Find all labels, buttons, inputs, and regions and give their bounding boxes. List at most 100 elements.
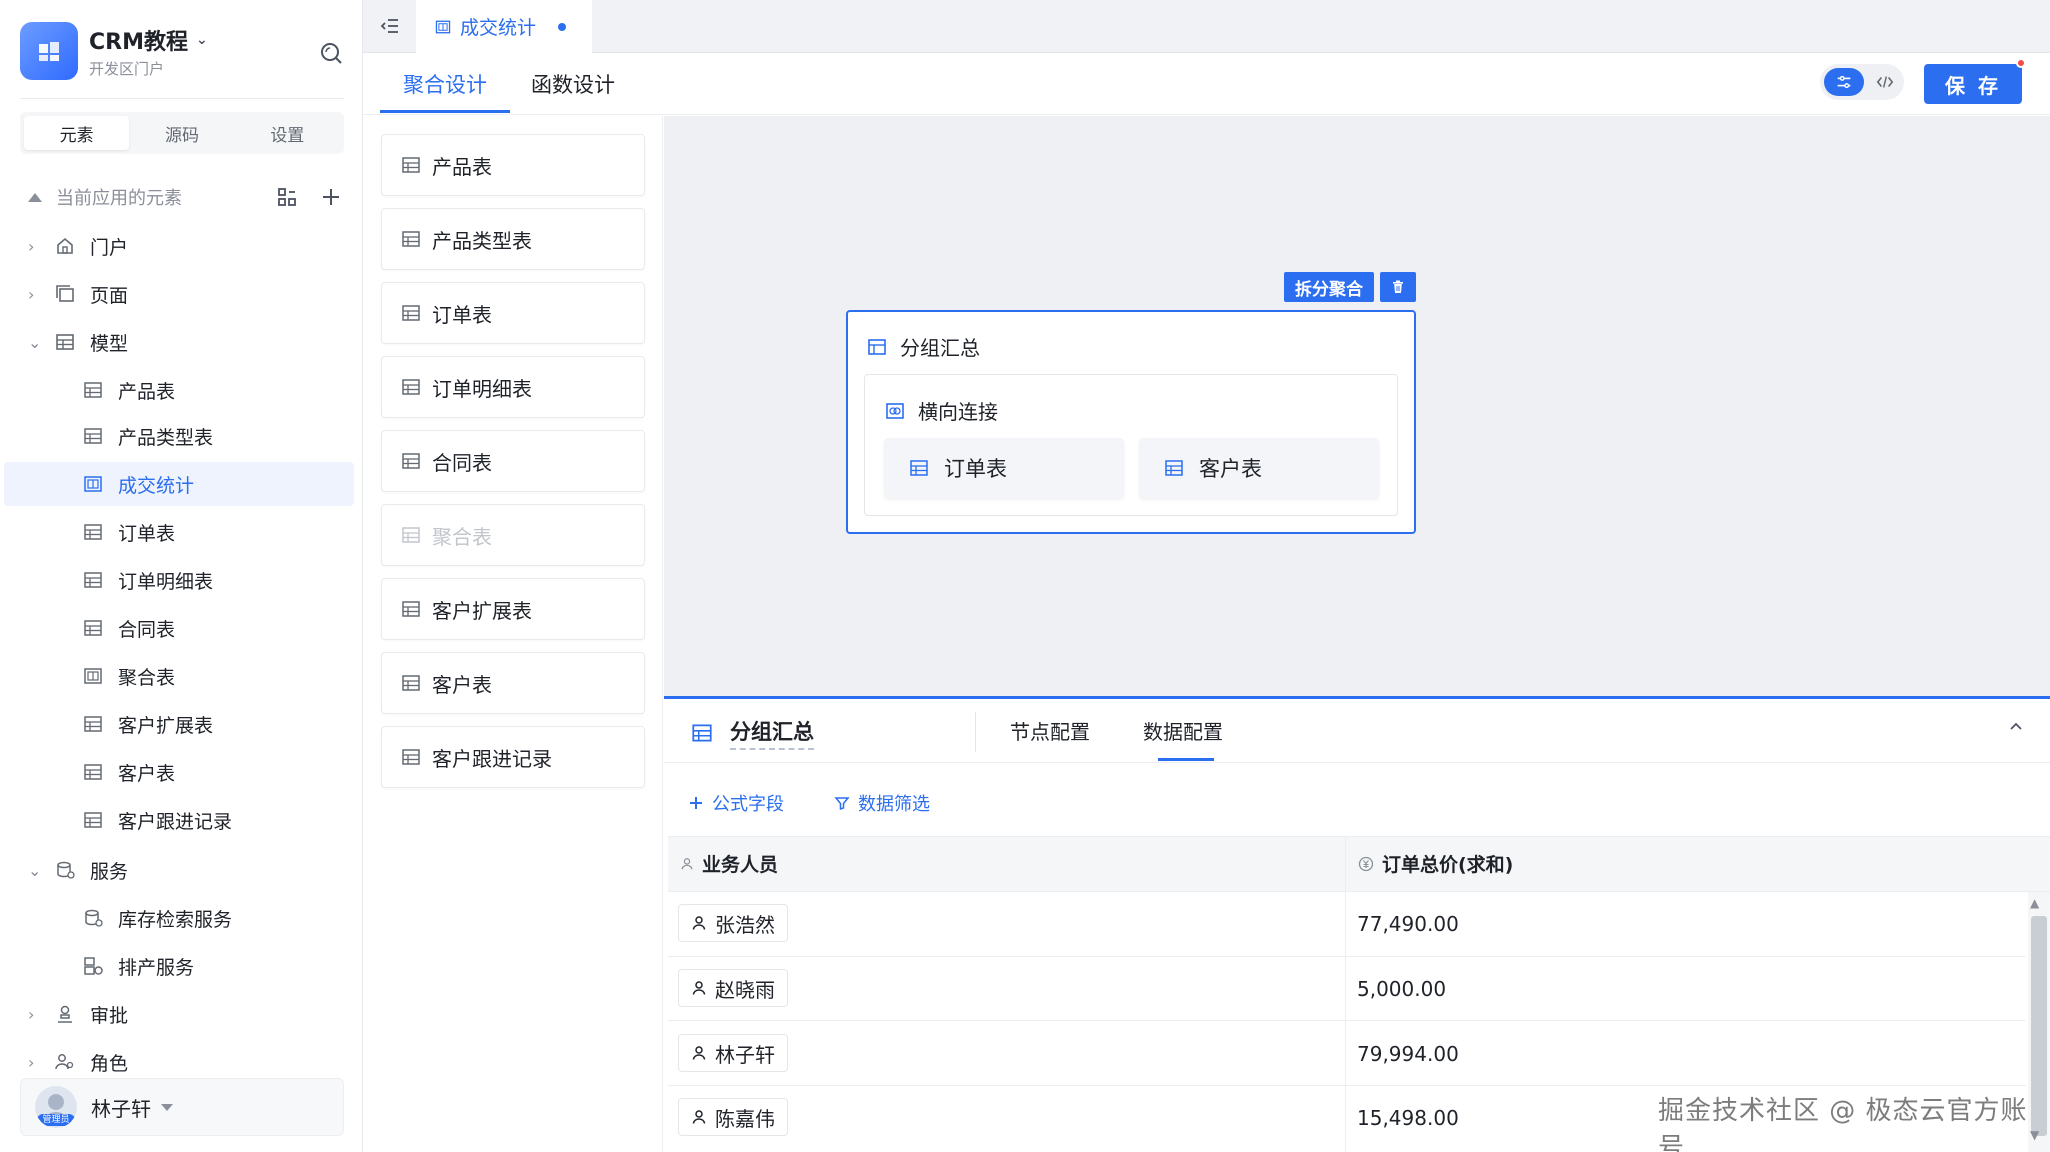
tree-item-page[interactable]: › 页面: [0, 272, 352, 316]
order-total-cell: 5,000.00: [1357, 977, 1447, 1001]
tree-model-item[interactable]: 订单表: [0, 510, 352, 554]
group-table-icon: [692, 724, 712, 742]
join-node-title: 横向连接: [884, 396, 998, 425]
role-badge: 管理员: [37, 1114, 75, 1126]
chevron-up-icon[interactable]: [2008, 718, 2024, 739]
element-card[interactable]: 产品表: [381, 134, 645, 196]
tab-data-config[interactable]: 数据配置: [1143, 716, 1223, 745]
table-icon: [84, 382, 102, 398]
tree-model-item[interactable]: 聚合表: [0, 654, 352, 698]
tree-model-item[interactable]: 客户跟进记录: [0, 798, 352, 842]
person-icon: [681, 857, 693, 869]
table-icon: [84, 764, 102, 780]
data-filter-label: 数据筛选: [858, 794, 930, 815]
aggregate-table-icon: [435, 20, 451, 33]
settings-sliders-icon[interactable]: [1824, 68, 1864, 96]
tree-item-approval[interactable]: › 审批: [0, 992, 352, 1036]
split-aggregate-button[interactable]: 拆分聚合: [1284, 272, 1374, 302]
order-total-cell: 77,490.00: [1357, 912, 1459, 936]
tab-node-config[interactable]: 节点配置: [1010, 716, 1090, 745]
app-title[interactable]: CRM教程 ⌄: [89, 24, 208, 56]
add-icon[interactable]: [318, 184, 344, 210]
data-filter-button[interactable]: 数据筛选: [834, 790, 930, 816]
tree-item-service[interactable]: ⌄ 服务: [0, 848, 352, 892]
chevron-right-icon: ›: [28, 1004, 35, 1024]
tree-item-label: 库存检索服务: [118, 908, 233, 931]
element-card[interactable]: 订单表: [381, 282, 645, 344]
column-header-label: 订单总价(求和): [1382, 854, 1514, 876]
tree-model-item[interactable]: 订单明细表: [0, 558, 352, 602]
element-card-label: 订单明细表: [432, 376, 532, 401]
tree-service-item[interactable]: 库存检索服务: [0, 896, 352, 940]
watermark: 掘金技术社区 @ 极态云官方账号: [1658, 1096, 2028, 1152]
scroll-up-icon[interactable]: ▲: [2030, 896, 2039, 910]
tab-elements[interactable]: 元素: [24, 116, 130, 150]
column-header-order-total[interactable]: 订单总价(求和): [1358, 850, 1513, 877]
app-logo-icon[interactable]: [20, 22, 78, 80]
table-icon: [402, 157, 420, 173]
collapse-triangle-icon[interactable]: [28, 192, 42, 202]
table-icon: [402, 305, 420, 321]
row-divider: [668, 1020, 2026, 1021]
person-chip[interactable]: 林子轩: [678, 1034, 788, 1072]
element-card[interactable]: 客户跟进记录: [381, 726, 645, 788]
delete-node-button[interactable]: [1380, 272, 1416, 302]
tree-model-item[interactable]: 合同表: [0, 606, 352, 650]
save-button[interactable]: 保 存: [1924, 64, 2022, 104]
column-header-salesperson[interactable]: 业务人员: [680, 850, 778, 877]
table-icon: [84, 572, 102, 588]
table-icon: [402, 749, 420, 765]
person-chip[interactable]: 张浩然: [678, 904, 788, 942]
tab-aggregate-design[interactable]: 聚合设计: [403, 53, 487, 115]
plus-icon: [690, 797, 702, 809]
tab-source[interactable]: 源码: [129, 116, 234, 150]
database-icon: [85, 909, 103, 927]
currency-icon: [1358, 856, 1374, 871]
tree-model-item[interactable]: 产品类型表: [0, 414, 352, 458]
tree-service-item[interactable]: 排产服务: [0, 944, 352, 988]
add-formula-field-button[interactable]: 公式字段: [688, 790, 784, 816]
element-card-label: 客户扩展表: [432, 598, 532, 623]
tree-model-item-active[interactable]: 成交统计: [4, 462, 354, 506]
tree-model-item[interactable]: 客户扩展表: [0, 702, 352, 746]
tab-function-design[interactable]: 函数设计: [531, 53, 615, 115]
customers-table-node[interactable]: 客户表: [1139, 438, 1379, 498]
collapse-sidebar-icon[interactable]: [378, 14, 402, 38]
chevron-right-icon: ›: [28, 236, 35, 256]
chevron-right-icon: ›: [28, 284, 35, 304]
tree-model-item[interactable]: 客户表: [0, 750, 352, 794]
element-card[interactable]: 合同表: [381, 430, 645, 492]
tree-item-model[interactable]: ⌄ 模型: [0, 320, 352, 364]
orders-table-node[interactable]: 订单表: [884, 438, 1124, 498]
person-chip[interactable]: 赵晓雨: [678, 969, 788, 1007]
app-title-text: CRM教程: [89, 30, 188, 55]
scan-icon[interactable]: [274, 184, 300, 210]
tree-item-label: 客户表: [118, 762, 176, 785]
tree-model-item[interactable]: 产品表: [0, 368, 352, 412]
avatar: 管理员: [35, 1086, 77, 1128]
tree-item-label: 客户跟进记录: [118, 810, 233, 833]
tree-item-label: 合同表: [118, 618, 176, 641]
tab-settings[interactable]: 设置: [235, 116, 340, 150]
user-menu[interactable]: 管理员 林子轩: [20, 1078, 344, 1136]
element-card[interactable]: 客户表: [381, 652, 645, 714]
element-card-label: 聚合表: [432, 524, 492, 549]
table-icon: [84, 524, 102, 540]
search-icon[interactable]: [318, 40, 344, 66]
tree-section-header[interactable]: 当前应用的元素: [28, 180, 344, 214]
row-divider: [668, 956, 2026, 957]
document-tab[interactable]: 成交统计: [416, 0, 592, 53]
person-chip[interactable]: 陈嘉伟: [678, 1098, 788, 1136]
element-card[interactable]: 产品类型表: [381, 208, 645, 270]
element-card[interactable]: 订单明细表: [381, 356, 645, 418]
design-tabs-bar: [363, 53, 2050, 115]
active-tab-indicator: [1158, 758, 1214, 761]
element-card[interactable]: 客户扩展表: [381, 578, 645, 640]
element-card-label: 客户跟进记录: [432, 746, 552, 771]
config-title-text[interactable]: 分组汇总: [730, 716, 814, 750]
tree-item-label: 审批: [90, 1004, 129, 1027]
tree-item-portal[interactable]: › 门户: [0, 224, 352, 268]
tree-item-label: 成交统计: [118, 474, 195, 497]
code-icon[interactable]: [1868, 68, 1902, 96]
element-card-label: 产品表: [432, 154, 492, 179]
